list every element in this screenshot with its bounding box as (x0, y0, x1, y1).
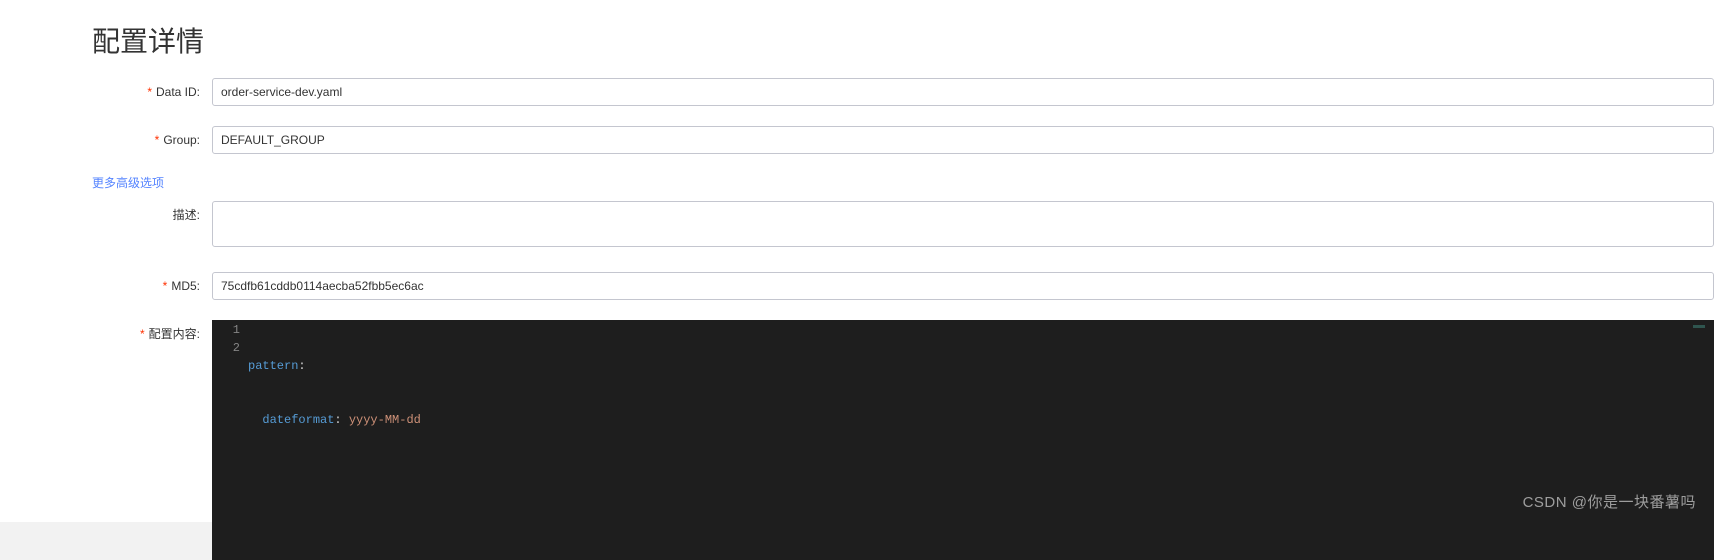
main-panel: 配置详情 *Data ID: *Group: 更多高级选项 描述: *MD5: (72, 0, 1714, 522)
line-number: 1 (212, 321, 240, 339)
sidebar-spacer (0, 0, 72, 522)
form-row-md5: *MD5: (92, 272, 1714, 300)
code-content: pattern: dateformat: yyyy-MM-dd (248, 320, 1714, 560)
data-id-input[interactable] (212, 78, 1714, 106)
code-line: dateformat: yyyy-MM-dd (248, 411, 1714, 429)
description-label: 描述: (92, 201, 212, 229)
code-line: pattern: (248, 357, 1714, 375)
md5-field-wrapper (212, 272, 1714, 300)
data-id-label: *Data ID: (92, 78, 212, 106)
minimap-icon (1692, 324, 1706, 338)
line-number: 2 (212, 339, 240, 357)
description-input[interactable] (212, 201, 1714, 247)
form-row-content: *配置内容: 1 2 pattern: dateformat: yyyy-MM-… (92, 320, 1714, 560)
code-gutter: 1 2 (212, 320, 248, 560)
advanced-options-link[interactable]: 更多高级选项 (92, 174, 164, 191)
description-field-wrapper (212, 201, 1714, 252)
md5-label: *MD5: (92, 272, 212, 300)
content-field-wrapper: 1 2 pattern: dateformat: yyyy-MM-dd (212, 320, 1714, 560)
form-row-group: *Group: (92, 126, 1714, 154)
required-asterisk: * (163, 279, 168, 293)
form-row-description: 描述: (92, 201, 1714, 252)
group-label: *Group: (92, 126, 212, 154)
required-asterisk: * (147, 85, 152, 99)
form-row-data-id: *Data ID: (92, 78, 1714, 106)
required-asterisk: * (155, 133, 160, 147)
content-label: *配置内容: (92, 320, 212, 348)
md5-input[interactable] (212, 272, 1714, 300)
required-asterisk: * (140, 327, 145, 341)
group-field-wrapper (212, 126, 1714, 154)
code-editor[interactable]: 1 2 pattern: dateformat: yyyy-MM-dd (212, 320, 1714, 560)
data-id-field-wrapper (212, 78, 1714, 106)
page-title: 配置详情 (92, 0, 1714, 78)
group-input[interactable] (212, 126, 1714, 154)
